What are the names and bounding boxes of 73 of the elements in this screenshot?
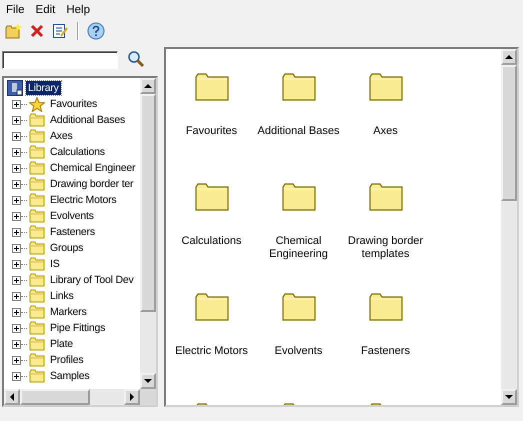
folder-icon — [29, 273, 45, 287]
folder-icon — [29, 209, 45, 223]
folder-label[interactable]: Axes — [373, 125, 398, 138]
folder-label[interactable]: Favourites — [186, 125, 238, 138]
tree-item[interactable]: Library — [26, 81, 61, 95]
tree-item[interactable]: Chemical Engineer — [48, 161, 138, 175]
tree-item[interactable]: IS — [48, 257, 62, 271]
folder-icon[interactable] — [194, 183, 228, 211]
menu-item[interactable]: Help — [62, 4, 98, 16]
scroll-down-button[interactable] — [501, 389, 517, 405]
folder-icon[interactable] — [368, 293, 402, 321]
scrollbar-thumb[interactable] — [501, 65, 517, 201]
scroll-down-button[interactable] — [140, 373, 156, 389]
folder-icon — [29, 225, 45, 239]
edit-button[interactable] — [50, 21, 70, 41]
new-folder-button[interactable] — [4, 21, 24, 41]
folder-label[interactable]: Fasteners — [361, 345, 410, 358]
search-button[interactable] — [126, 50, 146, 70]
tree-item[interactable]: Favourites — [48, 97, 100, 111]
folder-icon — [29, 193, 45, 207]
scroll-up-button[interactable] — [140, 78, 156, 94]
folder-icon[interactable] — [368, 73, 402, 101]
search-field[interactable] — [2, 51, 118, 69]
tree-item[interactable]: Drawing border ter — [48, 177, 136, 191]
folder-icon — [29, 289, 45, 303]
tree-item[interactable]: Additional Bases — [48, 113, 128, 127]
folder-label[interactable]: Additional Bases — [258, 125, 340, 138]
folder-icon — [29, 321, 45, 335]
folder-icon — [29, 305, 45, 319]
tree-item[interactable]: Evolvents — [48, 209, 96, 223]
folder-label[interactable]: Calculations — [182, 235, 242, 248]
folder-icon[interactable] — [368, 183, 402, 211]
tree-item[interactable]: Groups — [48, 241, 86, 255]
folder-icon — [29, 177, 45, 191]
folder-icon — [29, 337, 45, 351]
scrollbar-thumb[interactable] — [140, 94, 156, 312]
scroll-left-button[interactable] — [4, 389, 20, 405]
folder-icon — [29, 129, 45, 143]
scroll-right-button[interactable] — [124, 389, 140, 405]
tree-item[interactable]: Samples — [48, 369, 92, 383]
folder-icon — [29, 369, 45, 383]
tree-item[interactable]: Markers — [48, 305, 89, 319]
folder-icon[interactable] — [194, 293, 228, 321]
help-button[interactable] — [86, 21, 106, 41]
tree-item[interactable]: Axes — [48, 129, 75, 143]
folder-icon — [29, 145, 45, 159]
folder-icon[interactable] — [282, 73, 316, 101]
folder-icon[interactable] — [282, 293, 316, 321]
folder-icon — [29, 113, 45, 127]
tree-item[interactable]: Pipe Fittings — [48, 321, 108, 335]
folder-icon — [29, 161, 45, 175]
folder-label[interactable]: Electric Motors — [175, 345, 248, 358]
star-icon — [29, 96, 45, 112]
tree-item[interactable]: Links — [48, 289, 76, 303]
tree-item[interactable]: Fasteners — [48, 225, 97, 239]
folder-label[interactable]: Drawing border templates — [344, 235, 428, 261]
folder-label[interactable]: Evolvents — [274, 345, 322, 358]
folder-icon[interactable] — [282, 183, 316, 211]
folder-icon — [29, 353, 45, 367]
tree-item[interactable]: Library of Tool Dev — [48, 273, 136, 287]
folder-label[interactable]: Chemical Engineering — [256, 235, 340, 261]
folder-icon — [29, 241, 45, 255]
scroll-up-button[interactable] — [501, 49, 517, 65]
tree-item[interactable]: Electric Motors — [48, 193, 118, 207]
folder-icon — [29, 257, 45, 271]
tree-item[interactable]: Plate — [48, 337, 75, 351]
menu-item[interactable]: Edit — [32, 4, 62, 16]
scrollbar-thumb[interactable] — [20, 389, 90, 405]
tree-item[interactable]: Calculations — [48, 145, 107, 159]
menu-item[interactable]: File — [2, 4, 32, 16]
tree-item[interactable]: Profiles — [48, 353, 86, 367]
library-icon — [7, 80, 23, 96]
folder-icon[interactable] — [194, 73, 228, 101]
